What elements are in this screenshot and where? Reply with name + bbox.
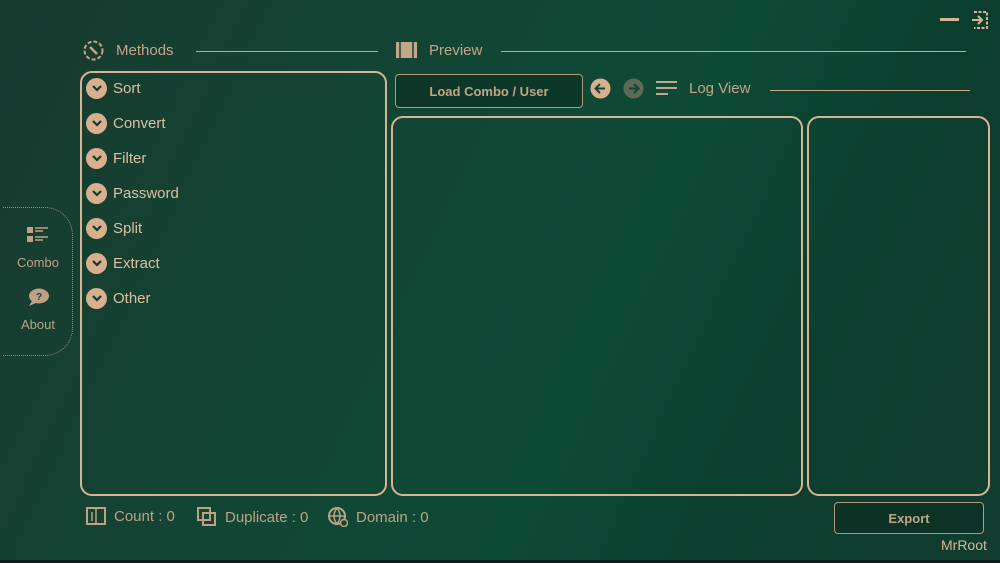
sidebar-item-label: Combo xyxy=(17,255,59,270)
duplicate-stat: Duplicate : 0 xyxy=(197,507,308,527)
method-item[interactable]: Sort xyxy=(86,78,141,99)
globe-refresh-icon xyxy=(328,507,348,527)
chevron-down-icon xyxy=(86,148,107,169)
method-item[interactable]: Convert xyxy=(86,113,166,134)
method-label: Extract xyxy=(113,255,160,272)
divider xyxy=(501,51,966,52)
method-item[interactable]: Split xyxy=(86,218,142,239)
chevron-down-icon xyxy=(86,253,107,274)
count-label: Count : 0 xyxy=(114,507,175,525)
back-arrow-icon[interactable] xyxy=(590,78,611,99)
divider xyxy=(770,90,970,91)
exit-button[interactable] xyxy=(970,10,990,30)
method-label: Sort xyxy=(113,80,141,97)
load-combo-button[interactable]: Load Combo / User xyxy=(395,74,583,108)
method-item[interactable]: Filter xyxy=(86,148,146,169)
method-label: Split xyxy=(113,220,143,237)
exit-icon xyxy=(972,11,988,29)
log-view-panel[interactable] xyxy=(807,116,990,496)
chevron-down-icon xyxy=(86,78,107,99)
sidebar-item-combo[interactable]: Combo xyxy=(3,226,73,270)
minimize-button[interactable] xyxy=(940,18,959,21)
methods-title: Methods xyxy=(116,42,174,59)
method-label: Password xyxy=(113,185,179,202)
method-item[interactable]: Extract xyxy=(86,253,160,274)
method-item[interactable]: Password xyxy=(86,183,179,204)
chevron-down-icon xyxy=(86,113,107,134)
forward-arrow-icon[interactable] xyxy=(623,78,644,99)
chevron-down-icon xyxy=(86,288,107,309)
sidebar-item-label: About xyxy=(21,317,55,332)
log-lines-icon xyxy=(656,81,677,95)
help-bubble-icon: ? xyxy=(29,288,49,306)
methods-panel xyxy=(80,71,387,496)
domain-label: Domain : 0 xyxy=(356,508,429,526)
wrench-icon xyxy=(83,40,104,61)
numbers-icon xyxy=(86,507,106,525)
export-button[interactable]: Export xyxy=(834,502,984,534)
chevron-down-icon xyxy=(86,218,107,239)
chevron-down-icon xyxy=(86,183,107,204)
app-window: Combo ? About Methods Preview Sort Conver… xyxy=(0,0,1000,560)
log-view-title: Log View xyxy=(689,80,751,97)
method-label: Other xyxy=(113,290,151,307)
preview-panel[interactable] xyxy=(391,116,803,496)
preview-title: Preview xyxy=(429,42,483,59)
domain-stat: Domain : 0 xyxy=(328,507,429,527)
method-item[interactable]: Other xyxy=(86,288,151,309)
list-icon xyxy=(27,227,48,242)
sidebar: Combo ? About xyxy=(3,207,73,356)
divider xyxy=(196,51,378,52)
svg-text:?: ? xyxy=(36,292,42,303)
method-label: Filter xyxy=(113,150,147,167)
count-stat: Count : 0 xyxy=(86,507,175,525)
duplicate-icon xyxy=(197,507,216,526)
duplicate-label: Duplicate : 0 xyxy=(225,508,309,526)
sidebar-item-about[interactable]: ? About xyxy=(3,288,73,332)
author-label: MrRoot xyxy=(941,537,987,553)
film-icon xyxy=(396,42,417,58)
method-label: Convert xyxy=(113,115,166,132)
